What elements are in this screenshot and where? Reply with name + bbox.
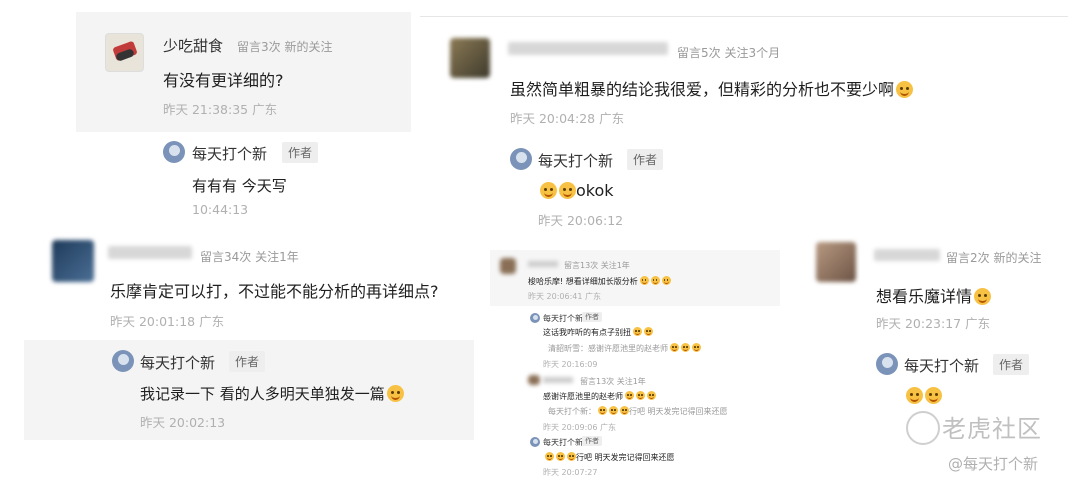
user-name-blurred[interactable] <box>508 42 668 55</box>
author-avatar <box>530 437 540 447</box>
divider <box>420 16 1068 17</box>
thinking-emoji-icon <box>925 387 942 404</box>
author-badge: 作者 <box>282 142 319 163</box>
user-meta: 留言13次 关注1年 <box>564 261 630 270</box>
author-badge: 作者 <box>582 312 602 322</box>
user-meta: 留言3次 新的关注 <box>237 40 333 54</box>
author-name[interactable]: 每天打个新 <box>192 143 267 164</box>
author-avatar[interactable] <box>112 350 134 372</box>
thinking-emoji-icon <box>974 288 992 305</box>
user-avatar[interactable] <box>816 242 856 282</box>
laugh-emoji-icon <box>559 182 576 199</box>
user-meta: 留言2次 新的关注 <box>946 251 1042 265</box>
comment-text: 有没有更详细的? <box>163 71 284 90</box>
thinking-emoji-icon <box>906 387 923 404</box>
author-badge: 作者 <box>627 149 664 170</box>
user-meta: 留言13次 关注1年 <box>580 377 646 386</box>
comment-text: 梭哈乐摩! 想看详细加长版分析 <box>528 276 671 287</box>
user-avatar <box>528 375 540 385</box>
user-name-blurred <box>528 261 558 267</box>
cat-emoji-icon <box>386 385 404 402</box>
reply-text: 行吧 明天发完记得回来还愿 <box>543 452 675 463</box>
reply-time: 昨天 20:06:12 <box>538 213 624 228</box>
cat-emoji-icon <box>896 81 914 98</box>
comment-time: 昨天 20:23:17 广东 <box>876 316 991 331</box>
user-meta: 留言5次 关注3个月 <box>677 46 781 60</box>
user-avatar[interactable] <box>450 38 490 78</box>
author-badge: 作者 <box>993 354 1030 375</box>
comment-time: 昨天 20:06:41 广东 <box>528 292 602 301</box>
reply-time: 10:44:13 <box>192 202 249 217</box>
user-name[interactable]: 少吃甜食 <box>163 35 223 56</box>
author-name[interactable]: 每天打个新 <box>904 355 979 376</box>
author-badge: 作者 <box>229 351 266 372</box>
laugh-emoji-icon <box>540 182 557 199</box>
user-avatar[interactable] <box>52 240 94 282</box>
reply-time: 昨天 20:16:09 <box>543 360 598 369</box>
comment-time: 昨天 20:04:28 广东 <box>510 111 625 126</box>
reply-emojis <box>904 386 942 405</box>
comment-time: 昨天 20:01:18 广东 <box>110 314 225 329</box>
reply-text: 有有有 今天写 <box>192 177 287 195</box>
user-name-blurred[interactable] <box>108 246 192 259</box>
author-name[interactable]: 每天打个新 <box>538 150 613 171</box>
comment-text: 虽然简单粗暴的结论我很爱，但精彩的分析也不要少啊 <box>510 76 914 100</box>
comment-quote: 每天打个新： 行吧 明天发完记得回来还愿 <box>548 406 728 416</box>
reply-time: 昨天 20:07:27 <box>543 468 598 477</box>
author-name: 每天打个新 <box>543 438 583 447</box>
user-avatar[interactable] <box>105 33 144 72</box>
watermark-site: 老虎社区 <box>942 415 1042 443</box>
author-badge: 作者 <box>582 436 602 446</box>
tiger-logo-icon <box>906 411 940 445</box>
user-name-blurred <box>543 377 573 383</box>
reply-quote: 清韶昕雪：感谢许愿池里的赵老师 <box>548 343 701 354</box>
watermark-handle: @每天打个新 <box>948 455 1039 473</box>
author-name: 每天打个新 <box>543 314 583 323</box>
reply-text: 我记录一下 看的人多明天单独发一篇 <box>140 383 404 404</box>
user-avatar <box>500 258 516 274</box>
reply-text: okok <box>538 181 614 200</box>
author-avatar[interactable] <box>876 353 898 375</box>
comment-text: 想看乐魔详情 <box>876 283 992 307</box>
author-avatar <box>530 313 540 323</box>
comment-time: 昨天 21:38:35 广东 <box>163 102 278 117</box>
user-meta: 留言34次 关注1年 <box>200 250 299 264</box>
author-name[interactable]: 每天打个新 <box>140 352 215 373</box>
reply-time: 昨天 20:02:13 <box>140 415 226 430</box>
author-avatar[interactable] <box>510 148 532 170</box>
user-name-blurred[interactable] <box>874 249 940 261</box>
comment-text: 感谢许愿池里的赵老师 <box>543 391 656 402</box>
reply-text: 这话我咋听的有点子别扭 <box>543 327 653 338</box>
comment-text: 乐摩肯定可以打，不过能不能分析的再详细点? <box>110 282 439 301</box>
author-avatar[interactable] <box>163 141 185 163</box>
comment-time: 昨天 20:09:06 广东 <box>543 423 617 432</box>
